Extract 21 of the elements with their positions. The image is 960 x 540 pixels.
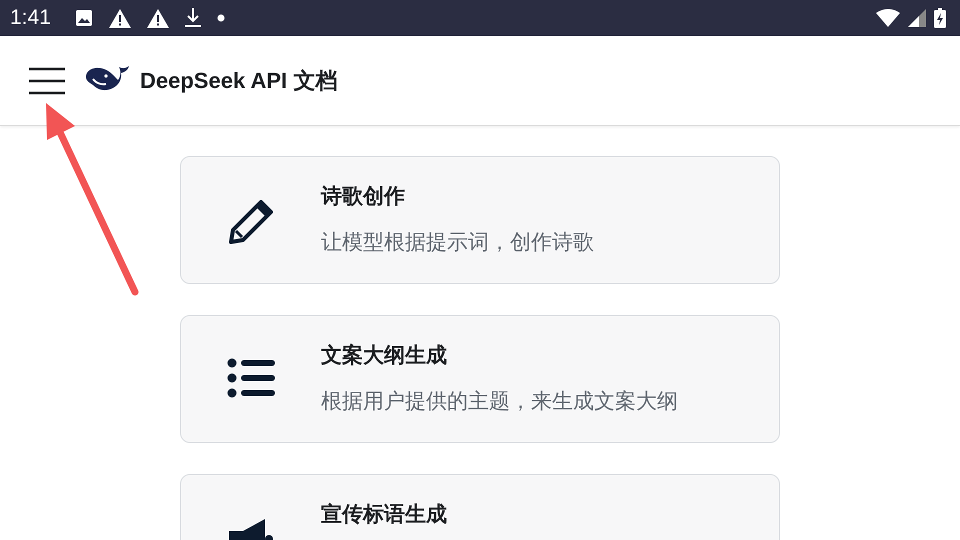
card-description: 根据用户提供的主题，来生成文案大纲 — [321, 388, 678, 414]
card-title: 诗歌创作 — [321, 184, 406, 210]
card-title: 宣传标语生成 — [321, 502, 447, 528]
warning-icon — [108, 8, 131, 28]
download-icon — [184, 8, 201, 28]
feature-card[interactable]: 文案大纲生成 根据用户提供的主题，来生成文案大纲 — [180, 315, 780, 443]
pencil-icon — [228, 199, 274, 245]
feature-card[interactable]: 宣传标语生成 — [180, 474, 780, 540]
list-icon — [227, 358, 275, 398]
dot-icon — [216, 14, 225, 22]
card-title: 文案大纲生成 — [321, 342, 448, 369]
menu-button[interactable] — [28, 66, 66, 96]
feature-card[interactable]: 诗歌创作 让模型根据提示词，创作诗歌 — [180, 156, 780, 284]
signal-icon — [908, 9, 926, 27]
wifi-icon — [876, 9, 900, 27]
warning-icon — [146, 8, 169, 28]
image-icon — [74, 9, 93, 27]
status-time: 1:41 — [10, 5, 51, 32]
site-title[interactable]: DeepSeek API 文档 — [140, 64, 338, 97]
card-description: 让模型根据提示词，创作诗歌 — [321, 230, 594, 256]
battery-charging-icon — [934, 8, 946, 28]
